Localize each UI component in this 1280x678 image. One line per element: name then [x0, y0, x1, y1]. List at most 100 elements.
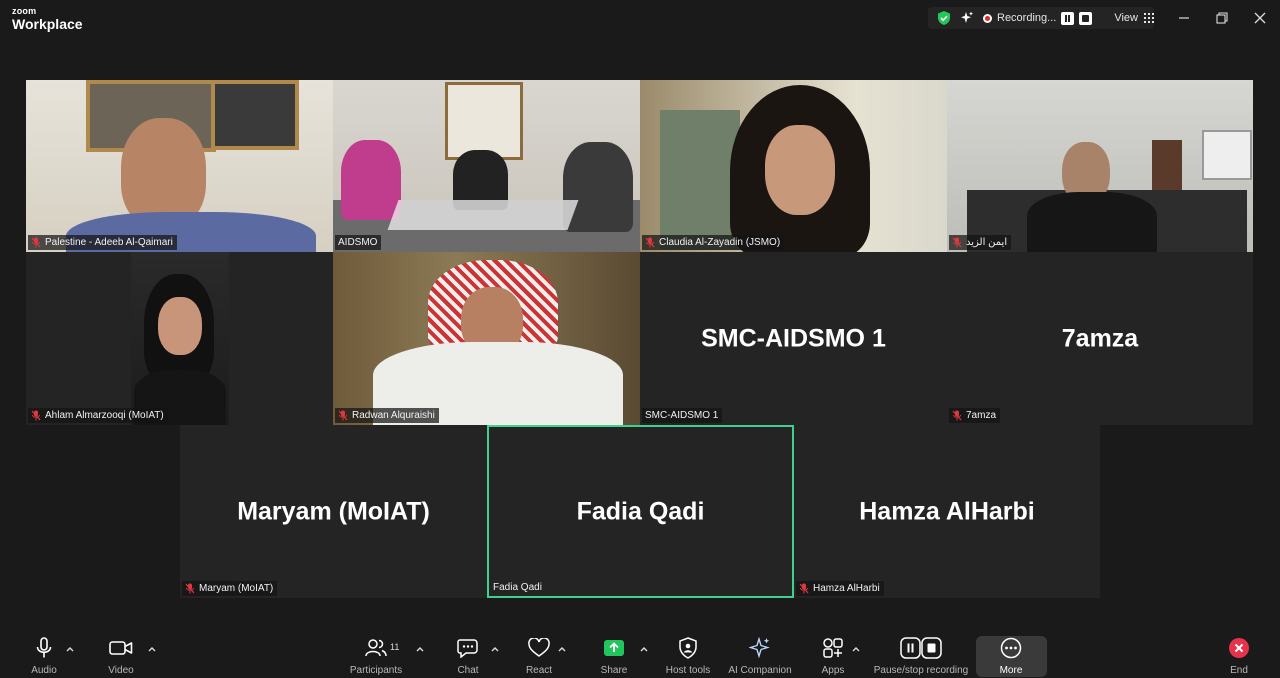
video-tile-claudia[interactable]: Claudia Al-Zayadin (JSMO): [640, 80, 947, 252]
ai-companion-label: AI Companion: [728, 665, 792, 676]
participant-label: Fadia Qadi: [490, 580, 546, 595]
video-tile-ahlam[interactable]: Ahlam Almarzooqi (MoIAT): [26, 252, 333, 425]
close-icon: [1254, 12, 1266, 24]
participants-count: 11: [390, 642, 400, 652]
host-tools-label: Host tools: [665, 665, 711, 676]
close-button[interactable]: [1250, 8, 1270, 28]
apps-label: Apps: [821, 665, 845, 676]
end-label: End: [1230, 665, 1248, 676]
participant-label: SMC-AIDSMO 1: [642, 408, 723, 423]
more-button[interactable]: More: [996, 636, 1026, 678]
mic-muted-icon: [185, 583, 195, 594]
view-button[interactable]: View: [1114, 12, 1138, 24]
mic-muted-icon: [338, 410, 348, 421]
video-tile-hamza[interactable]: Hamza AlHarbi Hamza AlHarbi: [794, 425, 1100, 598]
participant-label: Maryam (MoIAT): [182, 581, 278, 596]
pause-recording-button[interactable]: [1061, 11, 1075, 25]
end-meeting-button[interactable]: End: [1224, 636, 1254, 678]
participant-label: 7amza: [949, 408, 1001, 423]
mic-muted-icon: [952, 237, 962, 248]
video-label: Video: [108, 665, 134, 676]
host-shield-icon: [676, 636, 700, 660]
participant-label: Claudia Al-Zayadin (JSMO): [642, 235, 785, 250]
react-button[interactable]: React: [524, 636, 554, 678]
grid-view-icon[interactable]: [1143, 13, 1154, 23]
video-button[interactable]: Video: [105, 636, 137, 678]
host-tools-button[interactable]: Host tools: [662, 636, 714, 678]
brand-large: Workplace: [12, 16, 83, 32]
video-tile-palestine[interactable]: Palestine - Adeeb Al-Qaimari: [26, 80, 333, 252]
mic-muted-icon: [31, 410, 41, 421]
participant-label: AIDSMO: [335, 235, 382, 250]
ai-companion-sparkle-icon: [748, 636, 772, 660]
audio-options-chevron-up-icon[interactable]: [66, 645, 74, 653]
audio-button[interactable]: Audio: [28, 636, 60, 678]
react-options-chevron-up-icon[interactable]: [558, 645, 566, 653]
ai-sparkle-icon[interactable]: [960, 11, 974, 25]
apps-options-chevron-up-icon[interactable]: [852, 645, 860, 653]
participant-name: Palestine - Adeeb Al-Qaimari: [45, 237, 173, 248]
video-tile-7amza[interactable]: 7amza 7amza: [947, 252, 1253, 425]
pause-stop-label: Pause/stop recording: [873, 665, 969, 676]
pause-stop-icon: [899, 636, 943, 660]
mic-muted-icon: [645, 237, 655, 248]
heart-icon: [527, 636, 551, 660]
pause-stop-recording-button[interactable]: Pause/stop recording: [872, 636, 970, 678]
chat-options-chevron-up-icon[interactable]: [491, 645, 499, 653]
video-tile-radwan[interactable]: Radwan Alquraishi: [333, 252, 640, 425]
end-x-icon: [1227, 636, 1251, 660]
chat-bubble-icon: [456, 636, 480, 660]
participant-name: Hamza AlHarbi: [813, 583, 880, 594]
participant-display-name: Fadia Qadi: [576, 497, 705, 525]
apps-button[interactable]: Apps: [818, 636, 848, 678]
more-ellipsis-icon: [999, 636, 1023, 660]
participant-label: ايمن الزيد: [949, 235, 1012, 250]
participant-name: Fadia Qadi: [493, 582, 542, 593]
participants-icon: [364, 636, 388, 660]
participant-name: Ahlam Almarzooqi (MoIAT): [45, 410, 164, 421]
participant-label: Radwan Alquraishi: [335, 408, 439, 423]
stop-recording-button[interactable]: [1079, 11, 1093, 25]
app-logo: zoom Workplace: [12, 6, 83, 32]
video-camera-icon: [109, 636, 133, 660]
share-button[interactable]: Share: [598, 636, 630, 678]
video-tile-aidsmo[interactable]: AIDSMO: [333, 80, 640, 252]
video-options-chevron-up-icon[interactable]: [148, 645, 156, 653]
participant-display-name: 7amza: [1061, 324, 1139, 352]
participant-name: ايمن الزيد: [966, 237, 1008, 248]
restore-icon: [1216, 12, 1228, 24]
brand-small: zoom: [12, 6, 37, 16]
restore-button[interactable]: [1212, 8, 1232, 28]
recording-indicator-icon: [983, 13, 992, 23]
encryption-shield-icon[interactable]: [936, 10, 952, 26]
video-tile-maryam[interactable]: Maryam (MoIAT) Maryam (MoIAT): [180, 425, 487, 598]
mic-muted-icon: [952, 410, 962, 421]
participant-display-name: SMC-AIDSMO 1: [701, 324, 886, 352]
microphone-icon: [32, 636, 56, 660]
participant-label: Hamza AlHarbi: [796, 581, 884, 596]
ai-companion-button[interactable]: AI Companion: [726, 636, 794, 678]
meeting-status-group: Recording... View: [928, 7, 1154, 29]
participant-name: AIDSMO: [338, 237, 378, 248]
share-screen-icon: [602, 636, 626, 660]
chat-label: Chat: [457, 665, 479, 676]
more-label: More: [999, 665, 1023, 676]
video-tile-ayman[interactable]: ايمن الزيد: [947, 80, 1253, 252]
participants-options-chevron-up-icon[interactable]: [416, 645, 424, 653]
participant-name: Claudia Al-Zayadin (JSMO): [659, 237, 781, 248]
participant-display-name: Maryam (MoIAT): [237, 497, 430, 525]
mic-muted-icon: [31, 237, 41, 248]
participant-label: Palestine - Adeeb Al-Qaimari: [28, 235, 177, 250]
participant-name: Radwan Alquraishi: [352, 410, 435, 421]
participant-name: SMC-AIDSMO 1: [645, 410, 719, 421]
minimize-button[interactable]: [1174, 8, 1194, 28]
audio-label: Audio: [31, 665, 57, 676]
video-tile-fadia-active-speaker[interactable]: Fadia Qadi Fadia Qadi: [487, 425, 794, 598]
mic-muted-icon: [799, 583, 809, 594]
video-tile-smc-aidsmo[interactable]: SMC-AIDSMO 1 SMC-AIDSMO 1: [640, 252, 947, 425]
participants-label: Participants: [349, 665, 403, 676]
share-options-chevron-up-icon[interactable]: [640, 645, 648, 653]
participant-label: Ahlam Almarzooqi (MoIAT): [28, 408, 168, 423]
participant-name: Maryam (MoIAT): [199, 583, 274, 594]
chat-button[interactable]: Chat: [453, 636, 483, 678]
